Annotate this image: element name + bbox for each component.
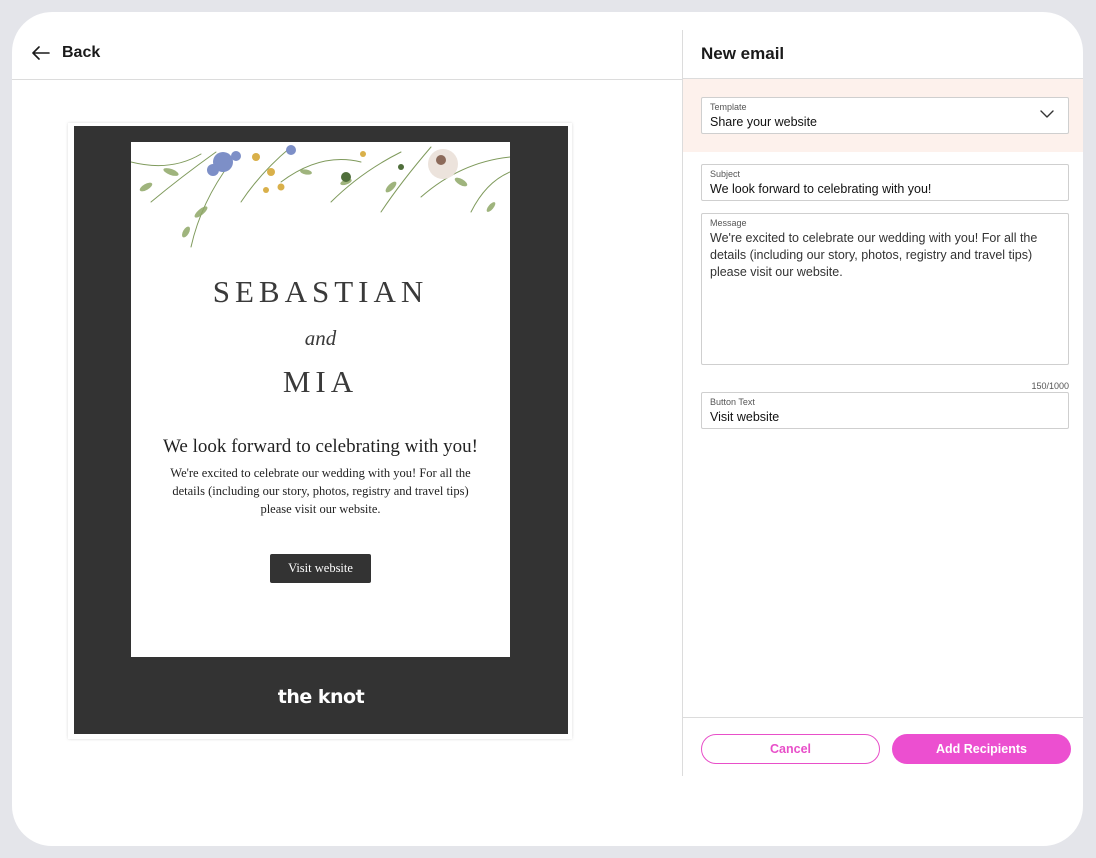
- button-text-label: Button Text: [710, 397, 755, 407]
- couple-name-two: MIA: [282, 364, 359, 399]
- template-select[interactable]: Template Share your website: [701, 97, 1069, 134]
- preview-pane: Back SEBASTIAN and MIA We look forward t…: [12, 12, 682, 846]
- subject-label: Subject: [710, 169, 741, 179]
- message-value: We're excited to celebrate our wedding w…: [710, 231, 1038, 279]
- footer-divider: [683, 717, 1083, 718]
- app-frame: Back SEBASTIAN and MIA We look forward t…: [12, 12, 1083, 846]
- character-count: 150/1000: [1031, 381, 1069, 391]
- message-label: Message: [710, 218, 747, 228]
- couple-name-one: SEBASTIAN: [212, 274, 429, 309]
- template-value: Share your website: [710, 115, 818, 129]
- subject-value: We look forward to celebrating with you!: [710, 182, 932, 196]
- add-recipients-button[interactable]: Add Recipients: [892, 734, 1071, 764]
- chevron-down-icon: [1040, 110, 1054, 118]
- subject-field[interactable]: Subject We look forward to celebrating w…: [701, 164, 1069, 201]
- button-text-value: Visit website: [710, 410, 780, 424]
- cancel-button[interactable]: Cancel: [701, 734, 880, 764]
- email-card: SEBASTIAN and MIA We look forward to cel…: [131, 142, 510, 657]
- button-text-field[interactable]: Button Text Visit website: [701, 392, 1069, 429]
- template-label: Template: [710, 102, 747, 112]
- email-heading: We look forward to celebrating with you!: [162, 436, 479, 457]
- floral-decoration-icon: [131, 145, 510, 248]
- brand-logo: the knot: [277, 686, 365, 708]
- email-cta-button: Visit website: [270, 554, 371, 583]
- panel-title: New email: [701, 44, 785, 63]
- email-form-pane: New email Template Share your website Su…: [683, 12, 1083, 846]
- arrow-left-icon: [32, 46, 50, 60]
- back-bar: Back: [12, 12, 682, 80]
- back-button[interactable]: Back: [32, 40, 100, 66]
- template-section: Template Share your website: [683, 79, 1083, 152]
- message-field[interactable]: Message We're excited to celebrate our w…: [701, 213, 1069, 365]
- couple-and: and: [304, 326, 337, 350]
- back-label: Back: [62, 44, 101, 61]
- email-body: We're excited to celebrate our wedding w…: [170, 466, 471, 516]
- email-preview: SEBASTIAN and MIA We look forward to cel…: [74, 126, 568, 734]
